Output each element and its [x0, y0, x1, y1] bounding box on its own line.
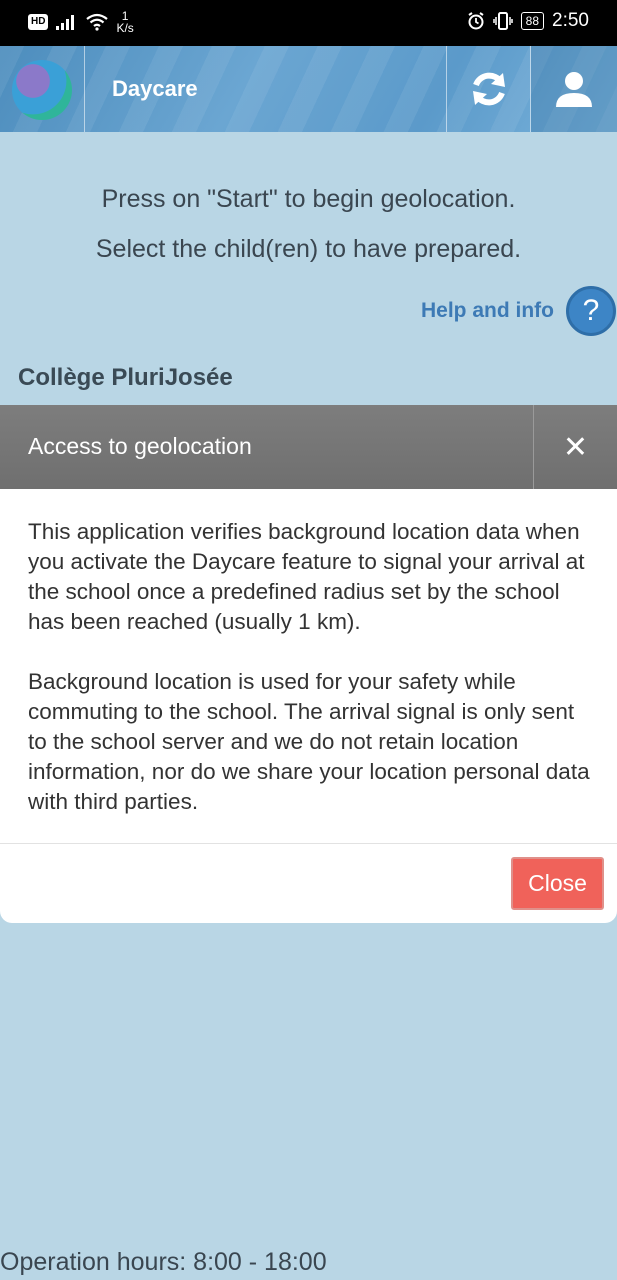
profile-button[interactable]	[531, 46, 617, 132]
dialog-header: Access to geolocation ✕	[0, 405, 617, 489]
network-speed: 1 K/s	[116, 10, 133, 34]
refresh-icon	[472, 72, 505, 106]
wifi-icon	[86, 13, 109, 31]
help-icon[interactable]: ?	[566, 286, 616, 336]
instruction-line-1: Press on "Start" to begin geolocation.	[101, 185, 516, 213]
clock: 2:50	[552, 10, 589, 31]
logo-icon[interactable]	[12, 60, 72, 120]
page-title: Daycare	[112, 76, 198, 101]
status-right: 88 2:50	[467, 10, 589, 32]
dialog-body: This application verifies background loc…	[28, 517, 598, 847]
vibrate-icon	[492, 12, 513, 30]
cellular-signal-icon	[56, 15, 75, 30]
status-bar: HD 1 K/s 88 2:50	[0, 0, 617, 46]
alarm-icon	[468, 12, 484, 30]
school-name: Collège PluriJosée	[18, 364, 233, 391]
operation-hours: Operation hours: 8:00 - 18:00	[0, 1248, 327, 1276]
status-left: HD 1 K/s	[28, 10, 134, 34]
help-label[interactable]: Help and info	[421, 299, 554, 323]
dialog-paragraph-2: Background location is used for your saf…	[28, 669, 590, 814]
app-header: Daycare	[0, 46, 617, 132]
header-divider	[84, 46, 85, 132]
refresh-button[interactable]	[447, 46, 530, 132]
speed-unit: K/s	[116, 21, 134, 35]
dialog-title: Access to geolocation	[28, 433, 252, 459]
user-icon	[556, 72, 592, 107]
instruction-line-2: Select the child(ren) to have prepared.	[95, 235, 522, 263]
hd-badge: HD	[28, 14, 49, 30]
battery-indicator: 88	[520, 12, 545, 30]
help-link[interactable]: Help and info ?	[421, 286, 617, 336]
dialog-divider	[0, 843, 617, 844]
dialog-paragraph-1: This application verifies background loc…	[28, 519, 585, 634]
close-button[interactable]: Close	[511, 857, 604, 910]
geolocation-dialog: Access to geolocation ✕ This application…	[0, 405, 617, 923]
close-icon[interactable]: ✕	[533, 405, 617, 489]
